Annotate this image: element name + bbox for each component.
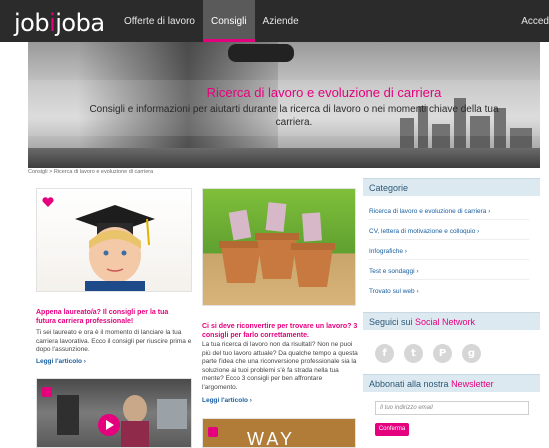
office-video-image[interactable] bbox=[36, 378, 192, 448]
binoculars-image bbox=[228, 44, 294, 62]
social-icons: f t P g bbox=[375, 344, 481, 363]
chevron-right-icon: › bbox=[488, 208, 491, 215]
google-plus-icon[interactable]: g bbox=[462, 344, 481, 363]
category-link[interactable]: Ricerca di lavoro e evoluzione di carrie… bbox=[369, 208, 529, 220]
category-link[interactable]: Infografiche › bbox=[369, 248, 529, 260]
heart-icon[interactable] bbox=[42, 194, 54, 207]
nav-item-consigli[interactable]: Consigli bbox=[202, 0, 255, 42]
twitter-icon[interactable]: t bbox=[404, 344, 423, 363]
chevron-right-icon: › bbox=[83, 358, 86, 365]
top-navigation-bar: jobijoba Offerte di lavoro Consigli Azie… bbox=[0, 0, 549, 42]
page-subtitle: Consigli e informazioni per aiutarti dur… bbox=[89, 104, 499, 128]
badge-icon[interactable] bbox=[208, 424, 220, 437]
facebook-icon[interactable]: f bbox=[375, 344, 394, 363]
money-pots-illustration bbox=[219, 202, 335, 287]
category-link[interactable]: CV, lettera di motivazione e colloquio › bbox=[369, 228, 529, 240]
article-card[interactable]: Ci si deve riconvertire per trovare un l… bbox=[202, 188, 358, 404]
article-excerpt: Ti sei laureato e ora è il momento di la… bbox=[36, 329, 192, 353]
jobijoba-logo[interactable]: jobijoba bbox=[14, 9, 105, 37]
login-link[interactable]: Acced bbox=[521, 0, 549, 42]
breadcrumb[interactable]: Consigli > Ricerca di lavoro e evoluzion… bbox=[28, 169, 153, 175]
pot-badge-icon[interactable] bbox=[208, 226, 220, 236]
way-sign-text: WAY bbox=[247, 429, 295, 448]
play-icon[interactable] bbox=[98, 414, 120, 436]
article-card[interactable]: Appena laureato/a? Il consigli per la tu… bbox=[36, 188, 192, 374]
nav-item-aziende[interactable]: Aziende bbox=[255, 0, 307, 42]
article-excerpt: La tua ricerca di lavoro non da risultat… bbox=[202, 341, 358, 391]
pinterest-icon[interactable]: P bbox=[433, 344, 452, 363]
read-more-link[interactable]: Leggi l'articolo › bbox=[202, 397, 252, 404]
email-field[interactable]: Il tuo indirizzo email bbox=[375, 401, 529, 415]
article-card[interactable] bbox=[36, 378, 192, 448]
article-card[interactable]: WAY bbox=[202, 418, 358, 448]
hero-ground bbox=[28, 148, 540, 168]
sidebar: Categorie Ricerca di lavoro e evoluzione… bbox=[363, 178, 540, 448]
money-pots-image[interactable] bbox=[202, 188, 356, 306]
confirm-button[interactable]: Conferma bbox=[375, 423, 409, 436]
read-more-link[interactable]: Leggi l'articolo › bbox=[36, 358, 86, 365]
video-badge-icon[interactable] bbox=[42, 384, 54, 397]
graduate-child-image[interactable] bbox=[36, 188, 192, 292]
way-sign-image[interactable]: WAY bbox=[202, 418, 356, 448]
chevron-right-icon: › bbox=[416, 288, 419, 295]
chevron-right-icon: › bbox=[404, 248, 407, 255]
page-title: Ricerca di lavoro e evoluzione di carrie… bbox=[206, 85, 442, 100]
graduate-illustration bbox=[75, 205, 155, 291]
article-title[interactable]: Appena laureato/a? Il consigli per la tu… bbox=[36, 308, 186, 326]
category-link[interactable]: Test e sondaggi › bbox=[369, 268, 529, 280]
nav-item-offerte[interactable]: Offerte di lavoro bbox=[116, 0, 203, 42]
chevron-right-icon: › bbox=[477, 228, 480, 235]
category-link[interactable]: Trovato sul web › bbox=[369, 288, 529, 299]
social-heading: Seguici sui Social Network bbox=[363, 312, 540, 330]
chevron-right-icon: › bbox=[249, 397, 252, 404]
hero-banner: Ricerca di lavoro e evoluzione di carrie… bbox=[28, 42, 540, 168]
categories-heading: Categorie bbox=[363, 178, 540, 196]
article-title[interactable]: Ci si deve riconvertire per trovare un l… bbox=[202, 322, 358, 340]
main-nav: Offerte di lavoro Consigli Aziende bbox=[116, 0, 307, 42]
newsletter-heading: Abbonati alla nostra Newsletter bbox=[363, 374, 540, 392]
chevron-right-icon: › bbox=[416, 268, 419, 275]
